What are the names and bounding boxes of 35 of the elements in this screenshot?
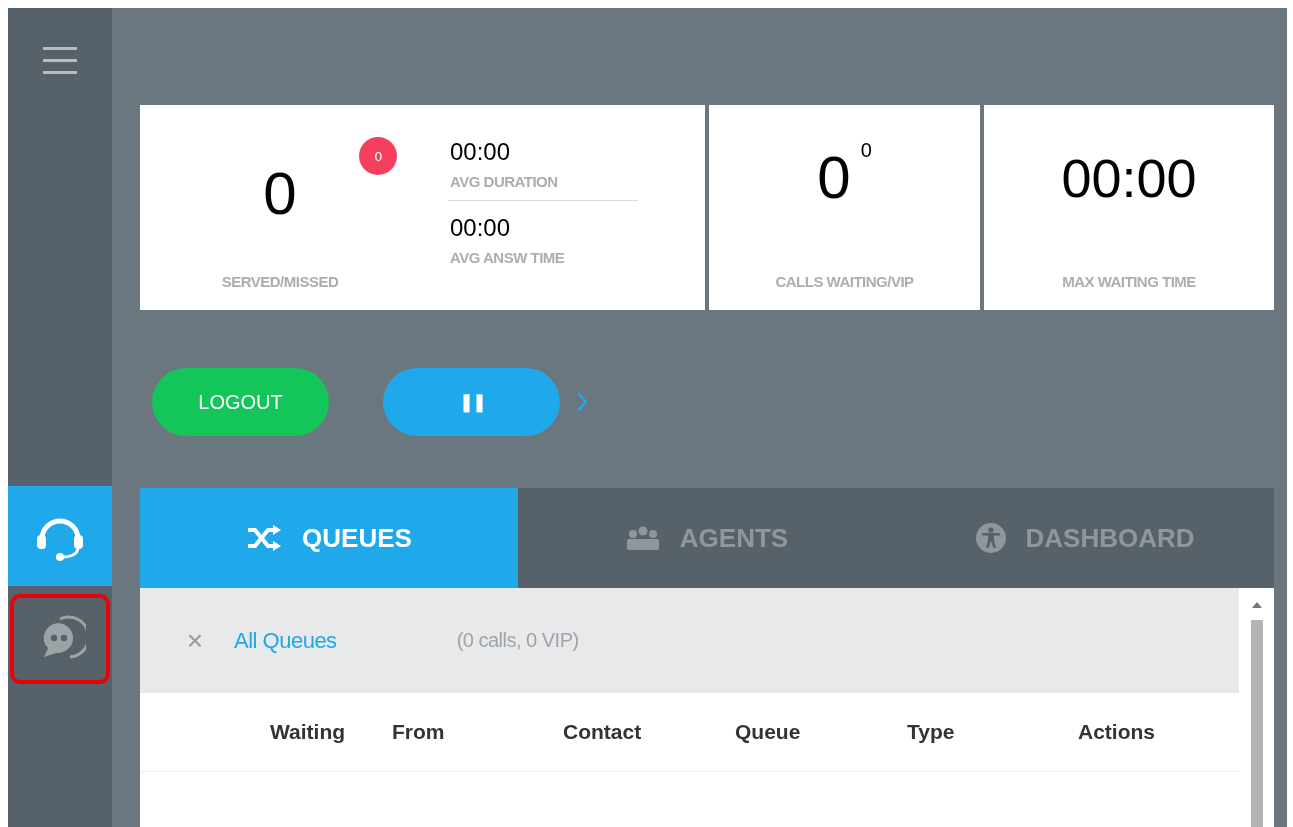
stat-label: MAX WAITING TIME	[1062, 273, 1196, 290]
pause-button[interactable]: ❚❚	[383, 368, 560, 436]
sidebar-item[interactable]	[10, 594, 110, 684]
accessibility-icon	[975, 523, 1006, 553]
menu-icon[interactable]	[43, 46, 77, 76]
shuffle-icon	[246, 525, 283, 551]
stat-value: 00:00	[1061, 147, 1197, 210]
sidebar-item[interactable]	[8, 486, 112, 586]
scroll-up-icon[interactable]	[1251, 602, 1262, 608]
missed-badge: 0	[359, 137, 398, 175]
tab[interactable]: DASHBOARD	[896, 488, 1274, 588]
vip-count: 0	[860, 139, 872, 162]
stat-value: 0	[263, 159, 297, 229]
queue-link[interactable]: All Queues	[234, 627, 337, 654]
stat-label: SERVED/MISSED	[221, 273, 339, 290]
tab[interactable]: AGENTS	[518, 488, 896, 588]
time-value: 00:00	[450, 137, 512, 167]
stat-label: CALLS WAITING/VIP	[775, 273, 914, 290]
chevron-right-icon[interactable]	[576, 391, 588, 413]
column-header: Actions	[1078, 720, 1155, 744]
column-header: Type	[907, 720, 955, 744]
column-header: From	[392, 720, 445, 744]
people-icon	[625, 526, 660, 550]
column-header: Contact	[563, 720, 642, 744]
logout-button[interactable]: LOGOUT	[152, 368, 329, 436]
close-button[interactable]: ×	[180, 624, 210, 657]
column-header: Waiting	[270, 720, 346, 744]
time-value: 00:00	[450, 213, 512, 243]
queue-summary: (0 calls, 0 VIP)	[456, 629, 579, 652]
tab[interactable]: QUEUES	[140, 488, 518, 588]
stat-label: AVG ANSW TIME	[450, 249, 566, 266]
scrollbar-thumb[interactable]	[1250, 620, 1263, 827]
stat-value: 0	[817, 143, 851, 213]
stat-label: AVG DURATION	[450, 173, 559, 190]
column-header: Queue	[735, 720, 801, 744]
